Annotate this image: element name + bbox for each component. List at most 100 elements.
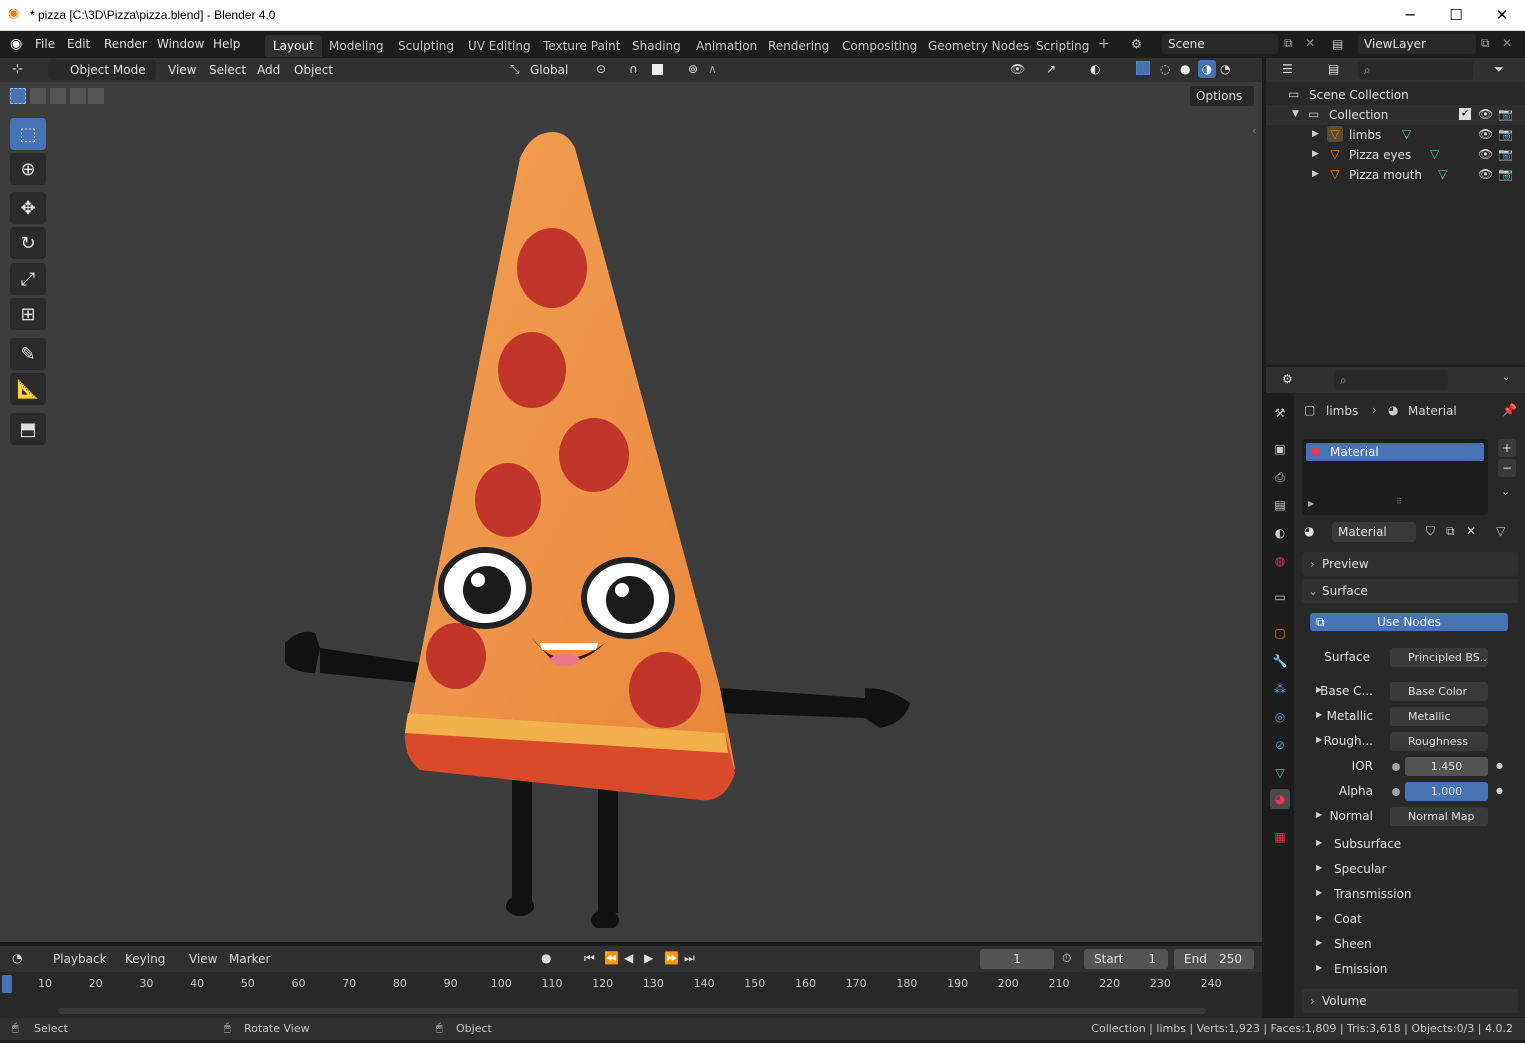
annotate-tool[interactable]: ✎ — [10, 338, 46, 370]
timeline-menu-marker[interactable]: Marker — [229, 952, 270, 966]
gizmo-icon[interactable]: ↗ — [1046, 62, 1056, 76]
subpanel-coat[interactable]: ▶ Coat — [1302, 909, 1518, 931]
jump-start-icon[interactable]: ⏮ — [584, 951, 595, 966]
chevron-down-icon[interactable]: ⌄ — [1502, 372, 1510, 383]
shader-input-value[interactable]: Base Color — [1390, 682, 1488, 701]
preview-range-icon[interactable]: ⏱ — [1062, 951, 1071, 966]
playhead[interactable] — [2, 975, 12, 993]
select-invert-icon[interactable] — [70, 88, 86, 104]
exclude-checkbox[interactable]: ✔ — [1459, 108, 1471, 120]
cursor-tool[interactable]: ⊕ — [10, 153, 46, 185]
outliner-search-input[interactable]: ⌕ — [1358, 60, 1473, 80]
viewport-menu-select[interactable]: Select — [209, 63, 246, 77]
tab-geometry-nodes[interactable]: Geometry Nodes — [920, 35, 1037, 57]
tab-uv-editing[interactable]: UV Editing — [460, 35, 539, 57]
delete-view-layer-icon[interactable]: ✕ — [1502, 36, 1512, 50]
remove-slot-button[interactable]: − — [1498, 459, 1516, 477]
measure-tool[interactable]: 📐 — [10, 373, 46, 405]
display-mode-icon[interactable]: ▤ — [1328, 62, 1339, 76]
material-slot-item[interactable]: ● Material — [1306, 443, 1484, 461]
filter-icon[interactable]: ⏷ — [1494, 62, 1504, 77]
tab-layout[interactable]: Layout — [265, 35, 322, 57]
shader-input-value[interactable]: 1.450 — [1405, 757, 1488, 776]
3d-viewport[interactable]: ⊹ Object Mode View Select Add Object ⤡ G… — [0, 58, 1262, 942]
play-reverse-icon[interactable]: ◀ — [624, 951, 633, 965]
unlink-material-icon[interactable]: ✕ — [1466, 524, 1476, 538]
transform-orientation-selector[interactable]: Global — [524, 60, 584, 80]
socket-dot[interactable] — [1392, 763, 1400, 771]
outliner-row-collection[interactable]: ▼ ▭ Collection ✔ 👁 📷 — [1266, 105, 1525, 125]
pin-icon[interactable]: 📌 — [1502, 403, 1517, 417]
render-camera-icon[interactable]: 📷 — [1498, 147, 1513, 161]
expand-arrow-icon[interactable]: ▶ — [1312, 129, 1319, 139]
mesh-data-icon[interactable]: ▽ — [1402, 127, 1411, 141]
timeline-menu-playback[interactable]: Playback — [53, 952, 107, 966]
play-icon[interactable]: ▶ — [644, 951, 653, 965]
hide-eye-icon[interactable]: 👁 — [1478, 147, 1493, 161]
move-tool[interactable]: ✥ — [10, 192, 46, 224]
constraints-tab-icon[interactable]: ⊘ — [1270, 735, 1290, 755]
rotate-tool[interactable]: ↻ — [10, 227, 46, 259]
pivot-point-icon[interactable]: ⊙ — [596, 62, 606, 76]
outliner-editor-type-icon[interactable]: ☰ — [1282, 62, 1293, 76]
menu-edit[interactable]: Edit — [67, 37, 90, 51]
subpanel-specular[interactable]: ▶ Specular — [1302, 859, 1518, 881]
timeline-menu-view[interactable]: View — [189, 952, 217, 966]
modifier-tab-icon[interactable]: 🔧 — [1270, 651, 1290, 671]
expand-arrow-icon[interactable]: ▶ — [1308, 499, 1314, 508]
blender-menu-icon[interactable]: ◉ — [10, 36, 22, 52]
tab-rendering[interactable]: Rendering — [760, 35, 837, 57]
timeline-scrollbar[interactable] — [58, 1008, 1206, 1014]
visibility-icon[interactable]: 👁 — [1010, 62, 1025, 76]
expand-arrow-icon[interactable]: ▼ — [1292, 109, 1299, 119]
keyframe-dot-icon[interactable]: ● — [1496, 761, 1503, 770]
expand-arrow-icon[interactable]: ▶ — [1316, 810, 1322, 819]
object-tab-icon[interactable]: ▢ — [1270, 623, 1290, 643]
sidebar-toggle-icon[interactable]: ‹ — [1252, 124, 1256, 137]
scene-field[interactable]: Scene — [1162, 34, 1278, 54]
select-box-tool[interactable]: ⬚ — [10, 118, 46, 150]
prev-keyframe-icon[interactable]: ⏪ — [604, 951, 619, 965]
new-scene-icon[interactable]: ⧉ — [1284, 36, 1293, 51]
wireframe-shading-icon[interactable]: ◌ — [1160, 62, 1170, 76]
particles-tab-icon[interactable]: ⁂ — [1270, 679, 1290, 699]
menu-help[interactable]: Help — [213, 37, 240, 51]
mesh-data-icon[interactable]: ▽ — [1438, 167, 1447, 181]
texture-tab-icon[interactable]: ▦ — [1270, 827, 1290, 847]
mode-selector[interactable]: Object Mode — [48, 60, 156, 80]
browse-material-icon[interactable]: ◕ — [1304, 524, 1314, 538]
maximize-button[interactable]: ☐ — [1433, 0, 1479, 31]
close-button[interactable]: ✕ — [1479, 0, 1525, 31]
tab-compositing[interactable]: Compositing — [834, 35, 925, 57]
tab-texture-paint[interactable]: Texture Paint — [535, 35, 628, 57]
material-preview-icon[interactable]: ◑ — [1198, 60, 1216, 78]
tab-scripting[interactable]: Scripting — [1028, 35, 1097, 57]
snap-icon[interactable]: ∩ — [629, 62, 638, 76]
view-layer-tab-icon[interactable]: ▤ — [1270, 495, 1290, 515]
resize-handle-icon[interactable]: ⠿ — [1396, 497, 1402, 506]
menu-render[interactable]: Render — [104, 37, 147, 51]
falloff-icon[interactable]: ∧ — [708, 62, 717, 76]
outliner-row-scene-collection[interactable]: ▭ Scene Collection — [1266, 85, 1525, 105]
panel-preview[interactable]: › Preview — [1302, 552, 1518, 576]
physics-tab-icon[interactable]: ◎ — [1270, 707, 1290, 727]
scene-tab-icon[interactable]: ◐ — [1270, 523, 1290, 543]
fake-user-icon[interactable]: ⛉ — [1426, 524, 1435, 539]
scale-tool[interactable]: ⤢ — [10, 263, 46, 295]
tab-sculpting[interactable]: Sculpting — [390, 35, 462, 57]
add-cube-tool[interactable]: ⬒ — [10, 413, 46, 445]
expand-arrow-icon[interactable]: ▶ — [1312, 149, 1319, 159]
expand-arrow-icon[interactable]: ▶ — [1316, 735, 1322, 744]
tool-tab-icon[interactable]: ⚒ — [1270, 403, 1290, 423]
xray-toggle-icon[interactable] — [1136, 61, 1150, 75]
hide-eye-icon[interactable]: 👁 — [1478, 107, 1493, 121]
proportional-edit-icon[interactable]: ⊚ — [688, 62, 698, 76]
new-view-layer-icon[interactable]: ⧉ — [1481, 36, 1490, 51]
jump-end-icon[interactable]: ⏭ — [684, 951, 695, 966]
pizza-character-model[interactable] — [280, 128, 920, 928]
menu-window[interactable]: Window — [157, 37, 204, 51]
material-name-field[interactable]: Material — [1332, 522, 1416, 542]
next-keyframe-icon[interactable]: ⏩ — [664, 951, 679, 965]
panel-surface[interactable]: ⌄ Surface — [1302, 579, 1518, 603]
render-camera-icon[interactable]: 📷 — [1498, 127, 1513, 141]
